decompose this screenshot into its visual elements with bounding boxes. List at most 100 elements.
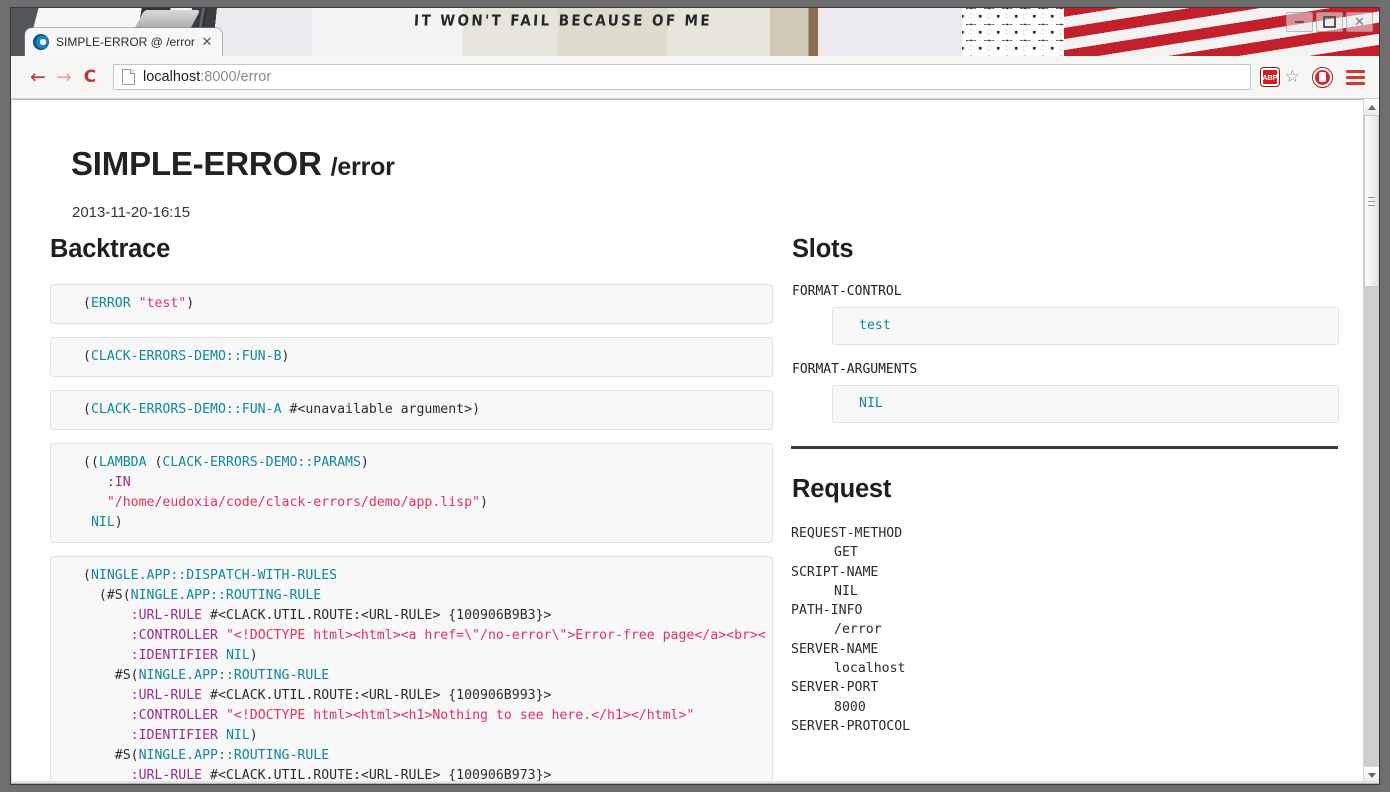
page-info-icon[interactable] (122, 69, 135, 85)
url-host: localhost (143, 69, 201, 85)
request-key: SERVER-PORT (791, 680, 879, 696)
request-value: 8000 (834, 699, 866, 715)
backtrace-heading: Backtrace (50, 235, 171, 263)
hamburger-menu-icon[interactable] (1346, 69, 1365, 85)
slot-value: test (832, 307, 1339, 345)
slots-heading: Slots (792, 235, 854, 263)
scrollbar-grip-icon (1368, 197, 1375, 209)
tab-title: SIMPLE-ERROR @ /error (56, 35, 195, 49)
code-token: :URL-RULE (130, 688, 203, 703)
backtrace-frame: (CLACK-ERRORS-DEMO::FUN-B) (50, 337, 773, 377)
backtrace-frame: (ERROR "test") (50, 284, 773, 324)
vertical-scrollbar[interactable] (1363, 99, 1379, 783)
scroll-up-arrow-icon[interactable] (1364, 99, 1379, 116)
maximize-button[interactable] (1316, 12, 1343, 32)
code-token: NINGLE.APP::ROUTING-RULE (138, 668, 330, 683)
address-bar[interactable]: localhost:8000/error (113, 64, 1251, 90)
request-value: /error (834, 622, 882, 638)
code-token: ( (83, 402, 91, 417)
scrollbar-thumb[interactable] (1364, 115, 1379, 287)
details-column: Slots FORMAT-CONTROL test FORMAT-ARGUMENTS… (791, 235, 1339, 736)
code-token: ( (130, 668, 139, 683)
code-token: ) (114, 515, 123, 530)
code-token: :CONTROLLER (130, 708, 218, 723)
close-tab-icon[interactable]: ✕ (200, 36, 214, 49)
reload-icon[interactable]: C (77, 64, 103, 90)
code-token: #S (83, 668, 131, 683)
code-token: ) (249, 728, 258, 743)
backtrace-frame-list: (ERROR "test") (CLACK-ERRORS-DEMO::FUN-B)… (50, 284, 773, 783)
code-token: ( (122, 588, 131, 603)
code-token: (( (83, 455, 99, 470)
slot-value-container: NIL (791, 385, 1339, 423)
request-heading: Request (792, 475, 892, 503)
flag-stars (961, 8, 1065, 56)
code-token: ( (130, 748, 139, 763)
page-viewport: SIMPLE-ERROR /error 2013-11-20-16:15 Bac… (12, 99, 1378, 783)
code-token: NIL (225, 728, 250, 743)
code-token: ) (249, 648, 258, 663)
code-token: ( (83, 349, 91, 364)
code-token: NINGLE.APP::DISPATCH-WITH-RULES (90, 568, 338, 583)
scrollbar-track[interactable] (1364, 115, 1379, 767)
code-token: #S (83, 748, 131, 763)
backtrace-frame: ((LAMBDA (CLACK-ERRORS-DEMO::PARAMS) :IN… (50, 443, 773, 543)
code-token: ERROR (90, 296, 131, 311)
backtrace-column: Backtrace (ERROR "test") (CLACK-ERRORS-DE… (50, 235, 773, 783)
code-token: CLACK-ERRORS-DEMO::FUN-B (90, 349, 282, 364)
code-token: :IDENTIFIER (130, 648, 218, 663)
forward-icon[interactable]: → (51, 64, 77, 90)
code-token: :CONTROLLER (130, 628, 218, 643)
code-token: NIL (90, 515, 115, 530)
code-token: ) (281, 349, 290, 364)
back-icon[interactable]: ← (25, 64, 51, 90)
bookmark-star-icon[interactable]: ☆ (1285, 68, 1300, 86)
slot-label: FORMAT-ARGUMENTS (792, 362, 918, 377)
url-path: :8000/error (200, 69, 272, 85)
code-token: :IN (106, 475, 131, 490)
request-value: GET (834, 545, 858, 561)
code-token: #<unavailable argument> (281, 402, 473, 417)
request-key: SERVER-NAME (791, 641, 879, 657)
favicon-icon (33, 34, 49, 50)
theme-handwriting-text: IT WON'T FAIL BECAUSE OF ME (413, 12, 713, 30)
code-token: "<!DOCTYPE html><html><a href=\"/no-erro… (225, 628, 766, 643)
page-title-route: /error (330, 153, 395, 181)
code-token: NIL (225, 648, 250, 663)
slot-value: NIL (832, 385, 1339, 423)
slot-label: FORMAT-CONTROL (792, 284, 902, 299)
browser-tab[interactable]: SIMPLE-ERROR @ /error ✕ (25, 28, 222, 56)
close-window-button[interactable]: ✕ (1346, 12, 1373, 32)
browser-window: IT WON'T FAIL BECAUSE OF ME ✕ SIMPLE-ERR… (11, 8, 1379, 784)
code-token: ) (186, 296, 195, 311)
minimize-button[interactable] (1286, 12, 1313, 32)
code-token: :URL-RULE (130, 608, 203, 623)
request-key: REQUEST-METHOD (791, 526, 903, 541)
timestamp: 2013-11-20-16:15 (72, 204, 191, 221)
browser-toolbar: ← → C localhost:8000/error ABP ☆ (11, 56, 1379, 99)
window-bottom-edge (11, 783, 1379, 784)
request-key: SERVER-PROTOCOL (791, 718, 911, 734)
window-controls: ✕ (1286, 12, 1373, 32)
code-token: #<CLACK.UTIL.ROUTE:<URL-RULE> {100906B9B… (202, 608, 552, 623)
stop-hand-extension-icon[interactable] (1313, 67, 1332, 87)
code-token: CLACK-ERRORS-DEMO::PARAMS (162, 455, 361, 470)
backtrace-frame: (NINGLE.APP::DISPATCH-WITH-RULES (#S(NIN… (50, 556, 773, 783)
adblock-icon[interactable]: ABP (1260, 68, 1279, 86)
request-value: localhost (834, 661, 906, 677)
screen: IT WON'T FAIL BECAUSE OF ME ✕ SIMPLE-ERR… (0, 0, 1390, 792)
backtrace-frame: (CLACK-ERRORS-DEMO::FUN-A #<unavailable … (50, 390, 773, 430)
code-token: CLACK-ERRORS-DEMO::FUN-A (90, 402, 282, 417)
